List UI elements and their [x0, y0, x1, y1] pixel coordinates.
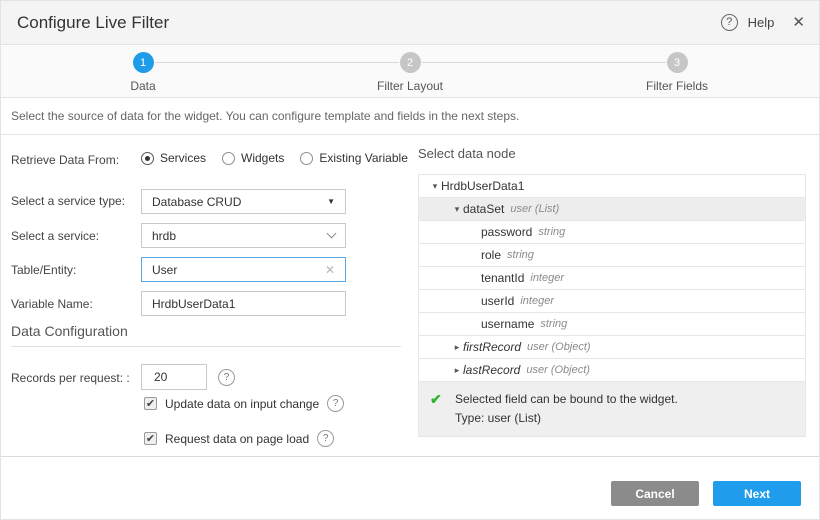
records-per-request-label: Records per request: :: [11, 371, 130, 385]
dropdown-caret-icon: ▼: [327, 197, 335, 206]
tree-node-userid[interactable]: userId integer: [419, 290, 805, 313]
records-per-request-value: 20: [154, 370, 167, 384]
configure-live-filter-dialog: Configure Live Filter ? Help ✕ 1 Data 2 …: [0, 0, 820, 520]
service-type-label: Select a service type:: [11, 194, 125, 208]
update-data-checkbox[interactable]: ✔: [144, 397, 157, 410]
cancel-button[interactable]: Cancel: [611, 481, 699, 506]
request-data-checkbox-row: ✔ Request data on page load ?: [144, 430, 334, 447]
data-node-tree: ▾ HrdbUserData1 ▾ dataSet user (List) pa…: [418, 174, 806, 437]
tree-node-dataset[interactable]: ▾ dataSet user (List): [419, 198, 805, 221]
status-line2: Type: user (List): [455, 409, 793, 428]
radio-icon: [222, 152, 235, 165]
tree-node-hrdbuserdata1[interactable]: ▾ HrdbUserData1: [419, 175, 805, 198]
step-data[interactable]: 1 Data: [83, 52, 203, 93]
check-icon: ✔: [430, 391, 442, 408]
records-per-request-input[interactable]: 20: [141, 364, 207, 390]
close-icon[interactable]: ✕: [792, 13, 805, 31]
checkbox-label: Request data on page load: [165, 432, 309, 446]
records-help-icon[interactable]: ?: [218, 369, 235, 386]
help-icon[interactable]: ?: [721, 14, 738, 31]
radio-widgets[interactable]: Widgets: [222, 151, 284, 165]
retrieve-data-from-label: Retrieve Data From:: [11, 153, 119, 167]
chevron-right-icon[interactable]: ▸: [451, 365, 463, 376]
step-circle: 1: [133, 52, 154, 73]
chevron-down-icon[interactable]: ▾: [429, 181, 441, 192]
radio-icon: [300, 152, 313, 165]
step-circle: 2: [400, 52, 421, 73]
tree-node-role[interactable]: role string: [419, 244, 805, 267]
table-entity-label: Table/Entity:: [11, 263, 76, 277]
tree-node-tenantid[interactable]: tenantId integer: [419, 267, 805, 290]
service-select[interactable]: hrdb: [141, 223, 346, 248]
checkbox-label: Update data on input change: [165, 397, 319, 411]
step-filter-fields[interactable]: 3 Filter Fields: [617, 52, 737, 93]
retrieve-source-radio-group: Services Widgets Existing Variable: [141, 151, 408, 165]
dialog-header: Configure Live Filter ? Help ✕: [1, 1, 819, 45]
step-label: Filter Layout: [350, 79, 470, 93]
service-type-value: Database CRUD: [152, 195, 327, 209]
radio-existing-variable[interactable]: Existing Variable: [300, 151, 408, 165]
service-value: hrdb: [152, 229, 328, 243]
step-circle: 3: [667, 52, 688, 73]
radio-services[interactable]: Services: [141, 151, 206, 165]
clear-icon[interactable]: ✕: [325, 263, 335, 277]
chevron-down-icon[interactable]: ▾: [451, 204, 463, 215]
tree-node-firstrecord[interactable]: ▸ firstRecord user (Object): [419, 336, 805, 359]
radio-label: Widgets: [241, 151, 284, 165]
request-data-checkbox[interactable]: ✔: [144, 432, 157, 445]
tree-node-username[interactable]: username string: [419, 313, 805, 336]
chevron-down-icon: [327, 229, 337, 239]
request-data-help-icon[interactable]: ?: [317, 430, 334, 447]
step-filter-layout[interactable]: 2 Filter Layout: [350, 52, 470, 93]
table-entity-value: User: [152, 263, 325, 277]
help-link[interactable]: Help: [748, 15, 775, 30]
description-text: Select the source of data for the widget…: [11, 109, 519, 123]
footer-divider: [1, 456, 819, 457]
variable-name-label: Variable Name:: [11, 297, 93, 311]
section-divider: [11, 346, 401, 347]
update-data-help-icon[interactable]: ?: [327, 395, 344, 412]
binding-status-message: ✔ Selected field can be bound to the wid…: [419, 382, 805, 437]
next-button[interactable]: Next: [713, 481, 801, 506]
chevron-right-icon[interactable]: ▸: [451, 342, 463, 353]
data-configuration-heading: Data Configuration: [11, 323, 128, 339]
radio-label: Existing Variable: [319, 151, 408, 165]
wizard-stepper: 1 Data 2 Filter Layout 3 Filter Fields: [1, 46, 819, 98]
step-label: Data: [83, 79, 203, 93]
service-label: Select a service:: [11, 229, 99, 243]
variable-name-value: HrdbUserData1: [152, 297, 335, 311]
variable-name-input[interactable]: HrdbUserData1: [141, 291, 346, 316]
tree-node-password[interactable]: password string: [419, 221, 805, 244]
tree-node-lastrecord[interactable]: ▸ lastRecord user (Object): [419, 359, 805, 382]
step-label: Filter Fields: [617, 79, 737, 93]
service-type-select[interactable]: Database CRUD ▼: [141, 189, 346, 214]
radio-label: Services: [160, 151, 206, 165]
page-title: Configure Live Filter: [17, 13, 169, 33]
description-bar: Select the source of data for the widget…: [1, 99, 819, 135]
select-data-node-title: Select data node: [418, 146, 516, 161]
table-entity-input[interactable]: User ✕: [141, 257, 346, 282]
update-data-checkbox-row: ✔ Update data on input change ?: [144, 395, 344, 412]
status-line1: Selected field can be bound to the widge…: [455, 390, 793, 409]
radio-icon: [141, 152, 154, 165]
